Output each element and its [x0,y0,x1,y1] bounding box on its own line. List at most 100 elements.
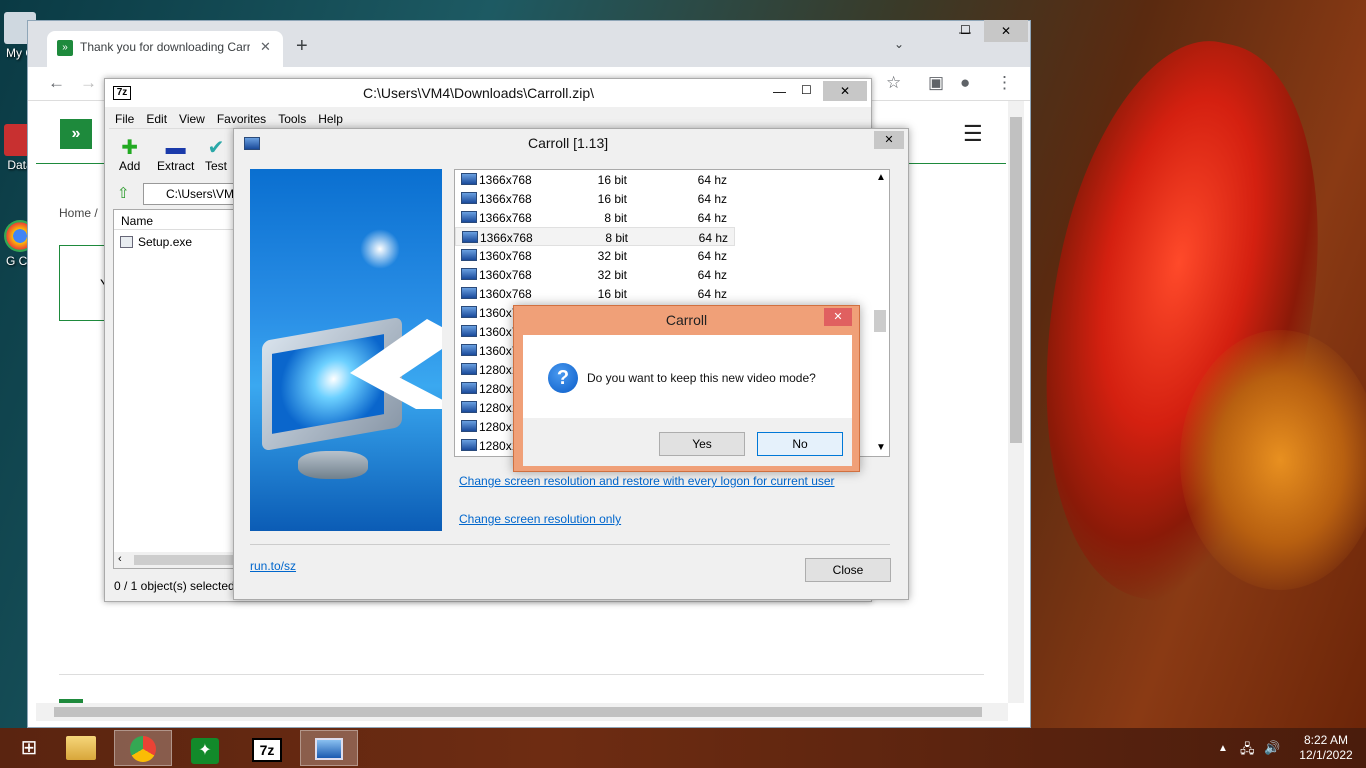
monitor-icon [461,363,477,375]
taskbar: ⊞ ✦ 7z ▲ 🖧 🔊 8:22 AM 12/1/2022 [0,728,1366,768]
start-button[interactable]: ⊞ [0,730,58,766]
address-bar[interactable]: C:\Users\VM [143,183,236,205]
video-mode-row[interactable]: 1366x768 8 bit 64 hz [455,227,735,246]
clock-date: 12/1/2022 [1299,748,1353,762]
menu-kebab-icon[interactable]: ⋮ [996,73,1013,93]
forward-icon[interactable]: → [80,73,97,93]
menu-help[interactable]: Help [312,109,349,129]
menu-favorites[interactable]: Favorites [211,109,272,129]
video-mode-row[interactable]: 1366x768 16 bit 64 hz [455,170,735,189]
system-clock[interactable]: 8:22 AM 12/1/2022 [1290,733,1362,763]
video-mode-row[interactable]: 1360x768 16 bit 64 hz [455,284,735,303]
mode-resolution: 1366x768 [479,211,532,225]
yes-button[interactable]: Yes [659,432,745,456]
menu-edit[interactable]: Edit [140,109,173,129]
up-folder-icon[interactable]: ⇧ [117,184,130,202]
tray-expand-icon[interactable]: ▲ [1218,743,1228,754]
breadcrumb[interactable]: Home / [59,206,98,220]
page-horizontal-scrollbar[interactable] [36,703,1008,721]
extract-label: Extract [157,159,195,173]
website-link[interactable]: run.to/sz [250,559,296,573]
mode-resolution: 1360x768 [479,249,532,263]
mode-resolution: 1366x768 [480,231,533,245]
extract-button[interactable]: ▬ Extract [157,137,194,173]
mode-refresh-rate: 64 hz [697,287,727,301]
scroll-thumb[interactable] [1010,117,1022,443]
add-button[interactable]: ✚ Add [119,137,140,173]
scroll-thumb[interactable] [874,310,886,332]
sevenzip-minimize-button[interactable]: — [773,84,786,99]
browser-close-button[interactable]: ✕ [984,20,1028,42]
monitor-icon [461,344,477,356]
taskbar-game[interactable]: ✦ [176,730,234,766]
close-button[interactable]: Close [805,558,891,582]
monitor-icon [461,401,477,413]
scroll-down-icon[interactable]: ▼ [876,442,886,453]
profile-icon[interactable]: ● [960,73,970,93]
video-mode-row[interactable]: 1366x768 8 bit 64 hz [455,208,735,227]
gamepad-icon: ✦ [191,738,219,764]
carroll-close-icon[interactable]: ✕ [874,131,904,149]
menu-file[interactable]: File [109,109,140,129]
mode-list-scrollbar[interactable]: ▲ ▼ [872,170,889,456]
browser-window-controls: ☐ ✕ [948,20,1028,42]
side-panel-icon[interactable]: ▣ [928,73,944,93]
sevenzip-app-icon: 7z [113,86,131,100]
chrome-icon [130,736,156,762]
site-logo[interactable]: » [60,119,92,149]
mode-resolution: 1360x768 [479,287,532,301]
new-tab-button[interactable]: + [296,35,308,58]
sevenzip-title: C:\Users\VM4\Downloads\Carroll.zip\ [363,85,595,101]
status-bar: 0 / 1 object(s) selected [114,579,235,593]
clock-time: 8:22 AM [1303,733,1349,747]
mode-refresh-rate: 64 hz [698,231,728,245]
taskbar-chrome[interactable] [114,730,172,766]
scroll-left-icon[interactable]: ‹ [118,553,122,565]
scroll-up-icon[interactable]: ▲ [876,172,886,183]
column-header-name[interactable]: Name [114,210,236,230]
monitor-icon [462,231,478,243]
tab-close-icon[interactable]: ✕ [260,39,271,55]
extract-icon: ▬ [165,137,186,159]
file-name: Setup.exe [138,235,193,249]
browser-maximize-button[interactable]: ☐ [960,23,971,37]
sevenzip-menubar: File Edit View Favorites Tools Help [109,109,865,129]
scroll-thumb[interactable] [134,555,234,565]
taskbar-carroll[interactable] [300,730,358,766]
network-icon[interactable]: 🖧 [1240,740,1255,762]
test-button[interactable]: ✔ Test [205,137,227,173]
video-mode-row[interactable]: 1366x768 16 bit 64 hz [455,189,735,208]
list-item[interactable]: Setup.exe [114,230,236,249]
dialog-close-icon[interactable]: ✕ [824,308,852,326]
video-mode-row[interactable]: 1360x768 32 bit 64 hz [455,246,735,265]
sevenzip-icon: 7z [252,738,282,762]
video-mode-row[interactable]: 1360x768 32 bit 64 hz [455,265,735,284]
back-icon[interactable]: ← [48,73,65,93]
tab-search-icon[interactable]: ⌄ [894,37,904,51]
restore-resolution-link[interactable]: Change screen resolution and restore wit… [459,474,835,488]
menu-view[interactable]: View [173,109,211,129]
carroll-banner-image [250,169,442,531]
taskbar-file-explorer[interactable] [52,730,110,766]
sevenzip-maximize-button[interactable]: ☐ [801,83,812,97]
change-resolution-link[interactable]: Change screen resolution only [459,512,621,526]
mode-bit-depth: 32 bit [597,268,627,282]
sevenzip-titlebar: 7z C:\Users\VM4\Downloads\Carroll.zip\ —… [105,79,871,107]
no-button[interactable]: No [757,432,843,456]
bookmark-star-icon[interactable]: ☆ [886,73,901,93]
hamburger-menu-icon[interactable]: ☰ [963,121,983,147]
page-vertical-scrollbar[interactable] [1008,101,1024,703]
sevenzip-close-button[interactable]: ✕ [823,81,867,101]
list-horizontal-scrollbar[interactable]: ‹ [114,552,236,568]
question-icon: ? [548,363,578,393]
monitor-icon [461,382,477,394]
browser-tab[interactable]: » Thank you for downloading Carroll ✕ [47,31,283,67]
volume-icon[interactable]: 🔊 [1264,740,1280,756]
tab-strip: » Thank you for downloading Carroll ✕ + … [28,21,1030,67]
taskbar-7zip[interactable]: 7z [238,730,296,766]
menu-tools[interactable]: Tools [272,109,312,129]
monitor-icon [461,325,477,337]
monitor-icon [461,173,477,185]
test-icon: ✔ [207,137,225,159]
scroll-thumb[interactable] [54,707,982,717]
